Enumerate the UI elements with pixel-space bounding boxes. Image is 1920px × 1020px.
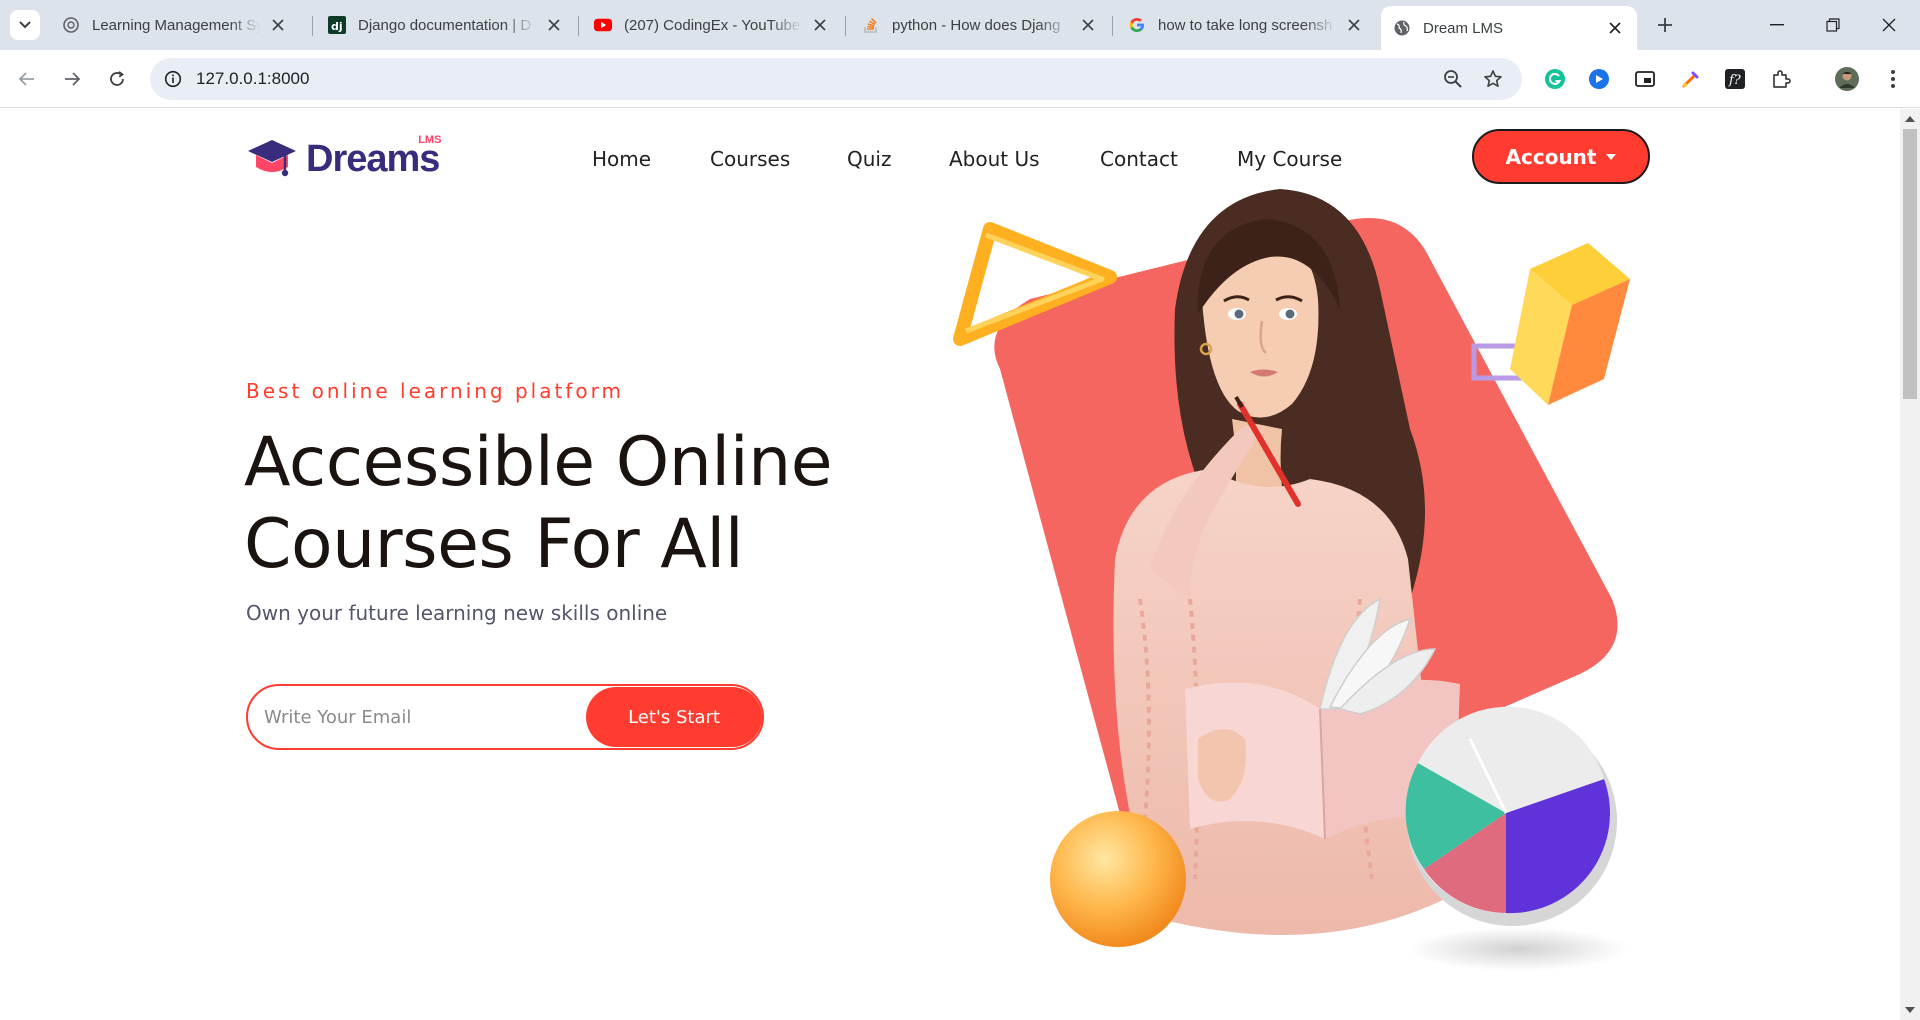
minimize-icon — [1770, 24, 1784, 26]
logo-text: Dreams LMS — [306, 134, 441, 181]
lets-start-button[interactable]: Let's Start — [586, 687, 762, 747]
tab-title: Dream LMS — [1423, 19, 1504, 37]
tab-title: (207) CodingEx - YouTube — [624, 16, 801, 34]
tab-separator — [1112, 16, 1113, 36]
tab-dream-lms[interactable]: Dream LMS — [1381, 6, 1637, 50]
minimize-button[interactable] — [1754, 0, 1800, 50]
sphere-decoration — [1050, 811, 1186, 947]
picture-in-picture-icon[interactable] — [1632, 66, 1658, 92]
tab-django-docs[interactable]: dj Django documentation | D — [316, 8, 576, 42]
restore-button[interactable] — [1810, 0, 1856, 50]
restore-icon — [1826, 18, 1840, 32]
fonts-ninja-icon[interactable]: f? — [1722, 66, 1748, 92]
bookmark-star-icon[interactable] — [1480, 66, 1506, 92]
hero-eyebrow: Best online learning platform — [246, 379, 624, 403]
new-tab-button[interactable] — [1650, 10, 1680, 40]
address-bar[interactable]: 127.0.0.1:8000 — [150, 58, 1522, 100]
youtube-icon — [594, 16, 612, 34]
chatgpt-icon — [62, 16, 80, 34]
zoom-icon[interactable] — [1440, 66, 1466, 92]
chrome-menu-icon[interactable] — [1880, 66, 1906, 92]
reload-icon — [110, 71, 125, 86]
close-icon[interactable] — [544, 15, 564, 35]
close-icon[interactable] — [810, 15, 830, 35]
color-picker-icon[interactable] — [1678, 66, 1704, 92]
page-scrollbar[interactable] — [1900, 109, 1920, 1020]
browser-toolbar: 127.0.0.1:8000 f? — [0, 50, 1920, 108]
tab-stackoverflow[interactable]: python - How does Djang — [850, 8, 1110, 42]
site-info-icon[interactable] — [160, 66, 186, 92]
nav-home[interactable]: Home — [592, 147, 651, 171]
pie-decoration — [1405, 706, 1628, 971]
nav-my-course[interactable]: My Course — [1237, 147, 1342, 171]
tab-learning-management[interactable]: Learning Management Sys — [50, 8, 300, 42]
site-logo[interactable]: Dreams LMS — [246, 134, 441, 181]
newsletter-form: Let's Start — [246, 684, 764, 750]
tab-title: how to take long screensh — [1158, 16, 1333, 34]
graduation-cap-icon — [248, 140, 296, 177]
django-icon: dj — [328, 16, 346, 34]
grammarly-icon[interactable] — [1542, 66, 1568, 92]
caret-down-icon — [1606, 153, 1617, 160]
hero-headline-line2: Courses For All — [244, 505, 744, 584]
arrow-left-icon — [18, 72, 34, 86]
close-window-button[interactable] — [1866, 0, 1912, 50]
tab-separator — [312, 16, 313, 36]
account-label: Account — [1505, 144, 1597, 169]
hero-subhead: Own your future learning new skills onli… — [246, 601, 668, 625]
block-decoration — [1510, 243, 1630, 405]
scroll-down-icon[interactable] — [1900, 1002, 1920, 1018]
scroll-thumb[interactable] — [1903, 129, 1917, 399]
close-icon[interactable] — [1078, 15, 1098, 35]
tab-separator — [578, 16, 579, 36]
email-input[interactable] — [264, 698, 564, 736]
extensions-puzzle-icon[interactable] — [1768, 66, 1794, 92]
back-button[interactable] — [12, 64, 42, 94]
tab-separator — [845, 16, 846, 36]
tab-strip: Learning Management Sys dj Django docume… — [0, 0, 1920, 50]
stackoverflow-icon — [862, 16, 880, 34]
hero-headline-line1: Accessible Online — [244, 423, 833, 502]
nav-contact[interactable]: Contact — [1100, 147, 1178, 171]
forward-button[interactable] — [57, 64, 87, 94]
scroll-up-icon[interactable] — [1900, 111, 1920, 127]
tab-title: Django documentation | D — [358, 16, 532, 34]
tab-search-button[interactable] — [10, 10, 40, 40]
tab-title: Learning Management Sys — [92, 16, 260, 34]
chevron-down-icon — [19, 21, 31, 29]
tab-youtube[interactable]: (207) CodingEx - YouTube — [582, 8, 842, 42]
screen-recorder-icon[interactable] — [1586, 66, 1612, 92]
reload-button[interactable] — [102, 64, 132, 94]
profile-avatar-icon[interactable] — [1834, 66, 1860, 92]
page-viewport: Dreams LMS Home Courses Quiz About Us Co… — [0, 109, 1900, 1020]
svg-text:f?: f? — [1728, 73, 1742, 88]
close-icon[interactable] — [1605, 18, 1625, 38]
arrow-right-icon — [65, 72, 81, 86]
nav-quiz[interactable]: Quiz — [847, 147, 891, 171]
svg-text:dj: dj — [331, 20, 343, 33]
close-icon[interactable] — [268, 15, 288, 35]
globe-icon — [1393, 19, 1411, 37]
url-text[interactable]: 127.0.0.1:8000 — [196, 69, 309, 89]
plus-icon — [1658, 18, 1672, 32]
google-icon — [1128, 16, 1146, 34]
tab-google-search[interactable]: how to take long screensh — [1116, 8, 1376, 42]
tab-title: python - How does Djang — [892, 16, 1061, 34]
logo-sup: LMS — [418, 133, 442, 146]
nav-about-us[interactable]: About Us — [949, 147, 1040, 171]
account-dropdown-button[interactable]: Account — [1472, 129, 1650, 184]
hero-illustration — [953, 189, 1630, 971]
nav-courses[interactable]: Courses — [710, 147, 790, 171]
close-icon[interactable] — [1344, 15, 1364, 35]
hero-headline: Accessible Online Courses For All — [244, 422, 884, 586]
close-icon — [1882, 18, 1896, 32]
